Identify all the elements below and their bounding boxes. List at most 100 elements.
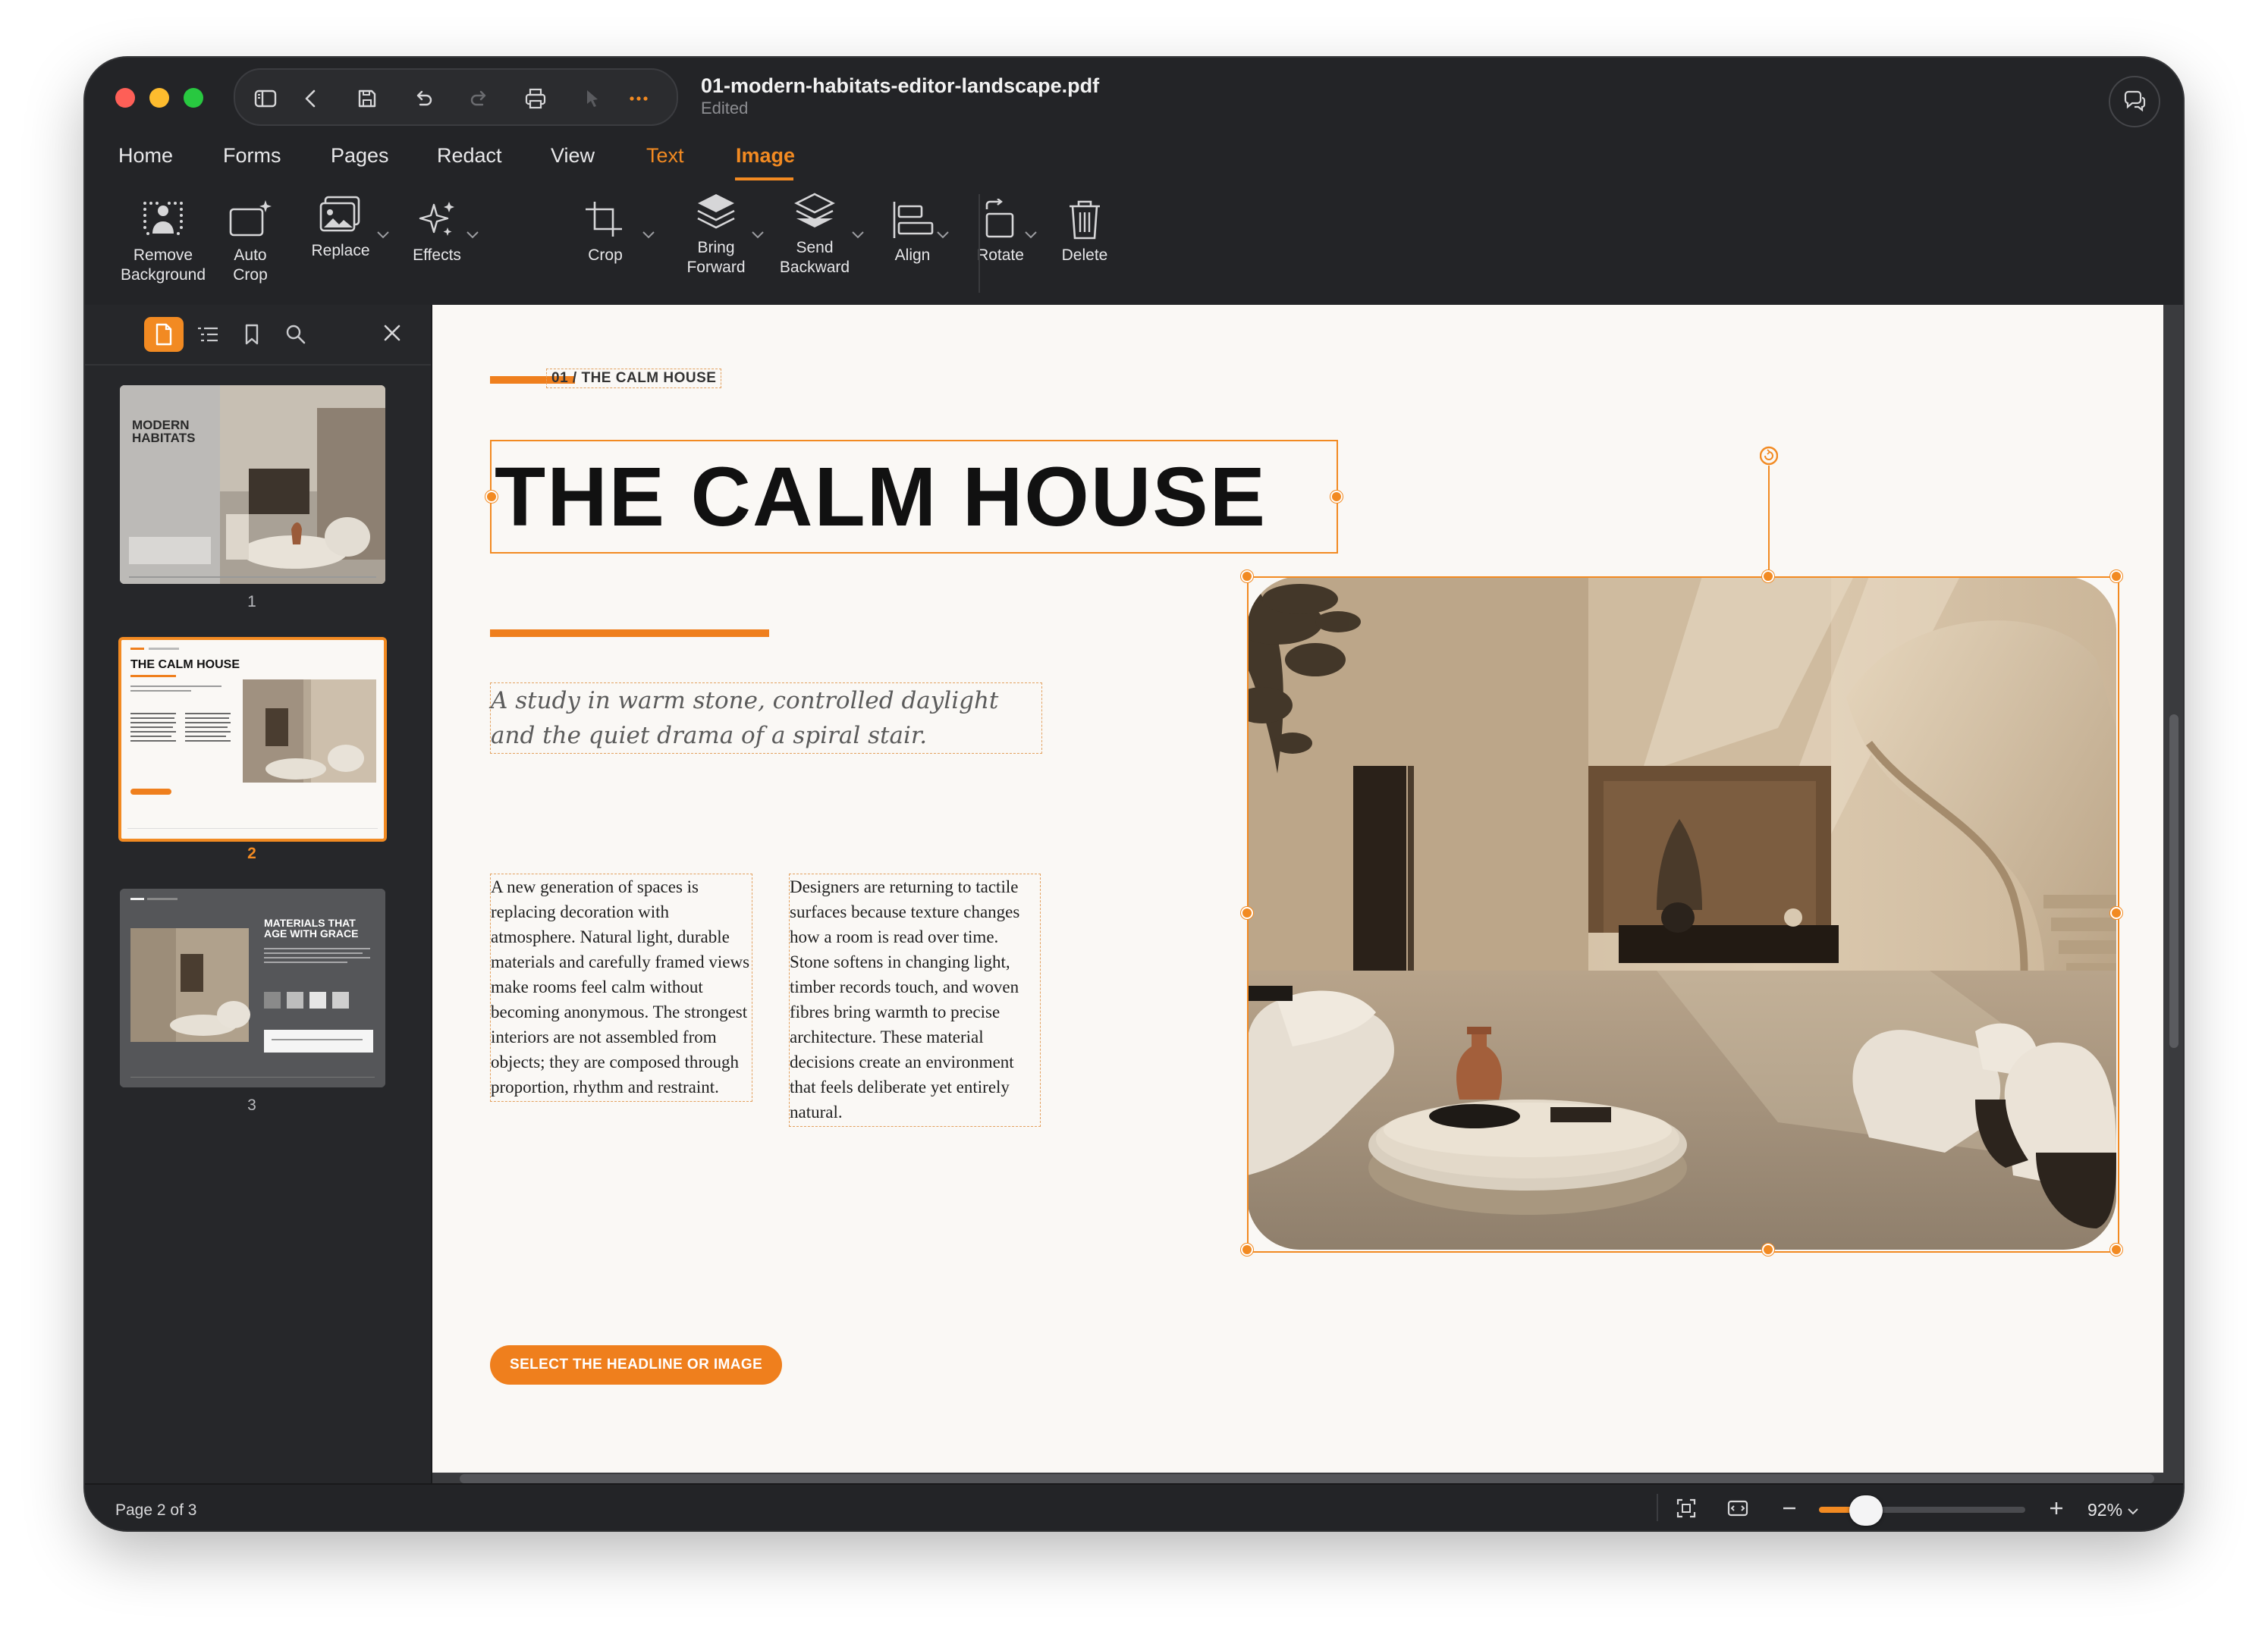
remove-background-icon (143, 202, 183, 235)
resize-handle[interactable] (2110, 907, 2122, 919)
tab-text[interactable]: Text (646, 144, 684, 168)
fit-page-icon[interactable] (1675, 1497, 1698, 1520)
tool-label: Align (894, 246, 931, 264)
resize-handle[interactable] (1241, 570, 1253, 582)
tab-forms[interactable]: Forms (223, 144, 281, 168)
headline-rule (490, 629, 769, 637)
eyebrow-text[interactable]: 01 / THE CALM HOUSE (546, 369, 722, 388)
crop-icon (586, 202, 622, 237)
replace-image-icon (319, 196, 360, 232)
bring-forward-icon (697, 194, 735, 229)
resize-handle[interactable] (2110, 1244, 2122, 1256)
page-thumbnail-2[interactable]: THE CALM HOUSE (118, 637, 387, 842)
tab-redact[interactable]: Redact (437, 144, 502, 168)
send-backward-button[interactable]: Send Backward (765, 191, 865, 278)
replace-button[interactable]: Replace (299, 194, 382, 261)
rotate-icon (985, 199, 1014, 238)
comments-button[interactable] (2109, 76, 2160, 127)
chevron-down-icon[interactable] (642, 231, 655, 240)
back-icon[interactable] (297, 85, 325, 112)
thumbnail-title: THE CALM HOUSE (130, 658, 240, 671)
pointer-icon[interactable] (578, 85, 605, 112)
chevron-down-icon (2128, 1508, 2139, 1515)
tool-label: Crop (588, 246, 623, 264)
close-sidebar-icon[interactable] (381, 322, 404, 344)
auto-crop-icon (229, 200, 272, 237)
document-title: 01-modern-habitats-editor-landscape.pdf (701, 74, 1100, 97)
chevron-down-icon[interactable] (466, 231, 479, 240)
minimize-window-button[interactable] (149, 88, 169, 108)
vertical-scrollbar[interactable] (2169, 714, 2178, 1048)
rotation-handle[interactable] (1760, 446, 1778, 578)
page-icon (155, 323, 172, 346)
thumbnail-page-number: 3 (247, 1097, 256, 1114)
sidebar-toggle-icon[interactable] (252, 85, 279, 112)
zoom-window-button[interactable] (184, 88, 203, 108)
document-status: Edited (701, 99, 749, 118)
thumbnail-page-number: 1 (247, 593, 256, 610)
auto-crop-button[interactable]: Auto Crop (212, 199, 288, 285)
zoom-level-select[interactable]: 92% (2087, 1500, 2139, 1520)
redo-icon[interactable] (466, 85, 493, 112)
tab-home[interactable]: Home (118, 144, 173, 168)
tab-image[interactable]: Image (736, 144, 795, 168)
status-bar: Page 2 of 3 92% (85, 1483, 2183, 1530)
body-column-1[interactable]: A new generation of spaces is replacing … (490, 874, 752, 1102)
body-column-2[interactable]: Designers are returning to tactile surfa… (789, 874, 1041, 1127)
page-indicator: Page 2 of 3 (115, 1501, 197, 1519)
chevron-down-icon[interactable] (936, 231, 950, 240)
tab-view[interactable]: View (551, 144, 595, 168)
undo-icon[interactable] (410, 85, 437, 112)
resize-handle[interactable] (1241, 1244, 1253, 1256)
thumbnail-title: MODERN HABITATS (132, 418, 196, 445)
resize-handle[interactable] (2110, 570, 2122, 582)
sidebar-tab-outline[interactable] (188, 317, 228, 352)
zoom-in-icon[interactable] (2045, 1497, 2068, 1520)
page-thumbnail-1[interactable]: MODERN HABITATS (120, 385, 385, 584)
quick-actions-bar (234, 68, 678, 126)
bring-forward-button[interactable]: Bring Forward (669, 191, 763, 278)
tool-label: Effects (413, 246, 461, 264)
sidebar-tab-bookmarks[interactable] (232, 317, 272, 352)
delete-button[interactable]: Delete (1047, 199, 1123, 265)
thumbnail-page-number: 2 (247, 845, 256, 862)
crop-button[interactable]: Crop (567, 199, 643, 265)
sparkle-icon (419, 202, 454, 236)
zoom-out-icon[interactable] (1778, 1497, 1801, 1520)
sidebar-tab-search[interactable] (276, 317, 316, 352)
active-tab-indicator (735, 177, 793, 180)
subtitle-text[interactable]: A study in warm stone, controlled daylig… (490, 682, 1042, 754)
align-left-icon (893, 202, 934, 238)
close-window-button[interactable] (115, 88, 135, 108)
resize-handle[interactable] (1330, 491, 1343, 503)
save-icon[interactable] (353, 85, 381, 112)
chevron-down-icon[interactable] (376, 231, 390, 240)
bookmark-icon (245, 324, 259, 345)
resize-handle[interactable] (485, 491, 498, 503)
chevron-down-icon[interactable] (851, 231, 865, 240)
tool-label: Auto Crop (233, 246, 268, 284)
resize-handle[interactable] (1762, 570, 1774, 582)
resize-handle[interactable] (1762, 1244, 1774, 1256)
chevron-down-icon[interactable] (1024, 231, 1038, 240)
page-headline[interactable]: THE CALM HOUSE (495, 449, 1267, 545)
page-thumbnail-3[interactable]: MATERIALS THAT AGE WITH GRACE (120, 889, 385, 1087)
tab-pages[interactable]: Pages (331, 144, 389, 168)
image-selection-frame[interactable] (1247, 576, 2119, 1253)
cta-button[interactable]: SELECT THE HEADLINE OR IMAGE (490, 1345, 783, 1385)
tool-label: Delete (1061, 246, 1108, 264)
list-icon (198, 327, 218, 342)
resize-handle[interactable] (1241, 907, 1253, 919)
zoom-slider-knob[interactable] (1849, 1495, 1883, 1526)
more-icon[interactable] (625, 85, 652, 112)
print-icon[interactable] (522, 85, 549, 112)
document-canvas[interactable]: 01 / THE CALM HOUSE THE CALM HOUSE A stu… (432, 305, 2183, 1483)
toolbar-divider (979, 194, 980, 293)
horizontal-scrollbar[interactable] (460, 1474, 2154, 1483)
sidebar-divider (85, 364, 431, 366)
tool-label: Replace (311, 242, 370, 259)
fit-width-icon[interactable] (1726, 1497, 1749, 1520)
chevron-down-icon[interactable] (751, 231, 765, 240)
remove-background-button[interactable]: Remove Background (106, 199, 220, 285)
sidebar-tab-thumbnails[interactable] (144, 317, 184, 352)
